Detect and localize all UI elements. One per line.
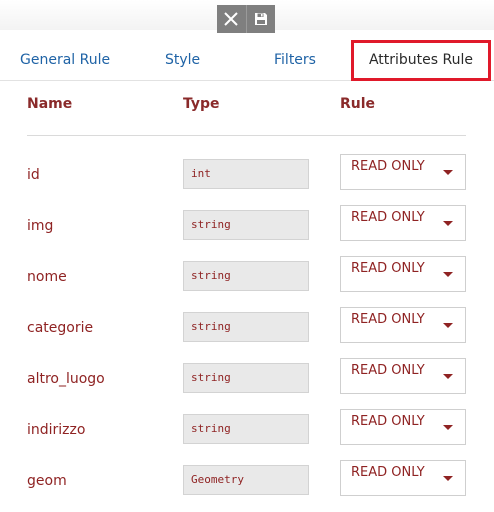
- tab-bar: General Rule Style Filters Attributes Ru…: [0, 40, 494, 81]
- column-header-type: Type: [183, 96, 220, 112]
- rule-dropdown-value: READ ONLY: [351, 210, 425, 225]
- attribute-type-field: string: [183, 414, 309, 444]
- attribute-row: nome string READ ONLY: [0, 256, 494, 295]
- column-header-name: Name: [27, 96, 73, 112]
- rule-dropdown-value: READ ONLY: [351, 363, 425, 378]
- attribute-type-field: Geometry: [183, 465, 309, 495]
- attribute-row: altro_luogo string READ ONLY: [0, 358, 494, 397]
- rule-dropdown[interactable]: READ ONLY: [340, 358, 466, 394]
- attribute-name: img: [27, 218, 54, 234]
- attribute-name: indirizzo: [27, 422, 86, 438]
- rule-dropdown-value: READ ONLY: [351, 159, 425, 174]
- caret-down-icon: [443, 476, 453, 481]
- attribute-name: altro_luogo: [27, 371, 105, 387]
- attribute-type-field: string: [183, 210, 309, 240]
- attribute-name: id: [27, 167, 40, 183]
- attribute-row: indirizzo string READ ONLY: [0, 409, 494, 448]
- rule-dropdown[interactable]: READ ONLY: [340, 256, 466, 292]
- tab-general-rule[interactable]: General Rule: [20, 40, 110, 80]
- caret-down-icon: [443, 323, 453, 328]
- attribute-row: categorie string READ ONLY: [0, 307, 494, 346]
- attribute-name: geom: [27, 473, 67, 489]
- caret-down-icon: [443, 170, 453, 175]
- rule-dropdown[interactable]: READ ONLY: [340, 460, 466, 496]
- attribute-type-field: string: [183, 363, 309, 393]
- close-button[interactable]: [217, 5, 246, 33]
- tab-attributes-rule[interactable]: Attributes Rule: [351, 40, 491, 81]
- save-button[interactable]: [245, 5, 276, 33]
- caret-down-icon: [443, 221, 453, 226]
- rule-dropdown[interactable]: READ ONLY: [340, 154, 466, 190]
- rule-dropdown-value: READ ONLY: [351, 261, 425, 276]
- caret-down-icon: [443, 272, 453, 277]
- attribute-type-field: int: [183, 159, 309, 189]
- rule-dropdown[interactable]: READ ONLY: [340, 409, 466, 445]
- column-header-rule: Rule: [340, 96, 376, 112]
- toolbar: [217, 5, 275, 33]
- attribute-name: categorie: [27, 320, 94, 336]
- rule-dropdown-value: READ ONLY: [351, 312, 425, 327]
- rule-dropdown-value: READ ONLY: [351, 414, 425, 429]
- close-icon: [224, 12, 238, 26]
- attribute-row: img string READ ONLY: [0, 205, 494, 244]
- attribute-row: id int READ ONLY: [0, 154, 494, 193]
- rule-dropdown[interactable]: READ ONLY: [340, 205, 466, 241]
- rule-dropdown-value: READ ONLY: [351, 465, 425, 480]
- attribute-name: nome: [27, 269, 67, 285]
- attribute-row: geom Geometry READ ONLY: [0, 460, 494, 499]
- caret-down-icon: [443, 374, 453, 379]
- rule-dropdown[interactable]: READ ONLY: [340, 307, 466, 343]
- attribute-type-field: string: [183, 261, 309, 291]
- tab-filters[interactable]: Filters: [274, 40, 316, 80]
- caret-down-icon: [443, 425, 453, 430]
- attribute-type-field: string: [183, 312, 309, 342]
- tab-style[interactable]: Style: [165, 40, 200, 80]
- header-divider: [27, 135, 466, 136]
- floppy-disk-icon: [254, 13, 267, 25]
